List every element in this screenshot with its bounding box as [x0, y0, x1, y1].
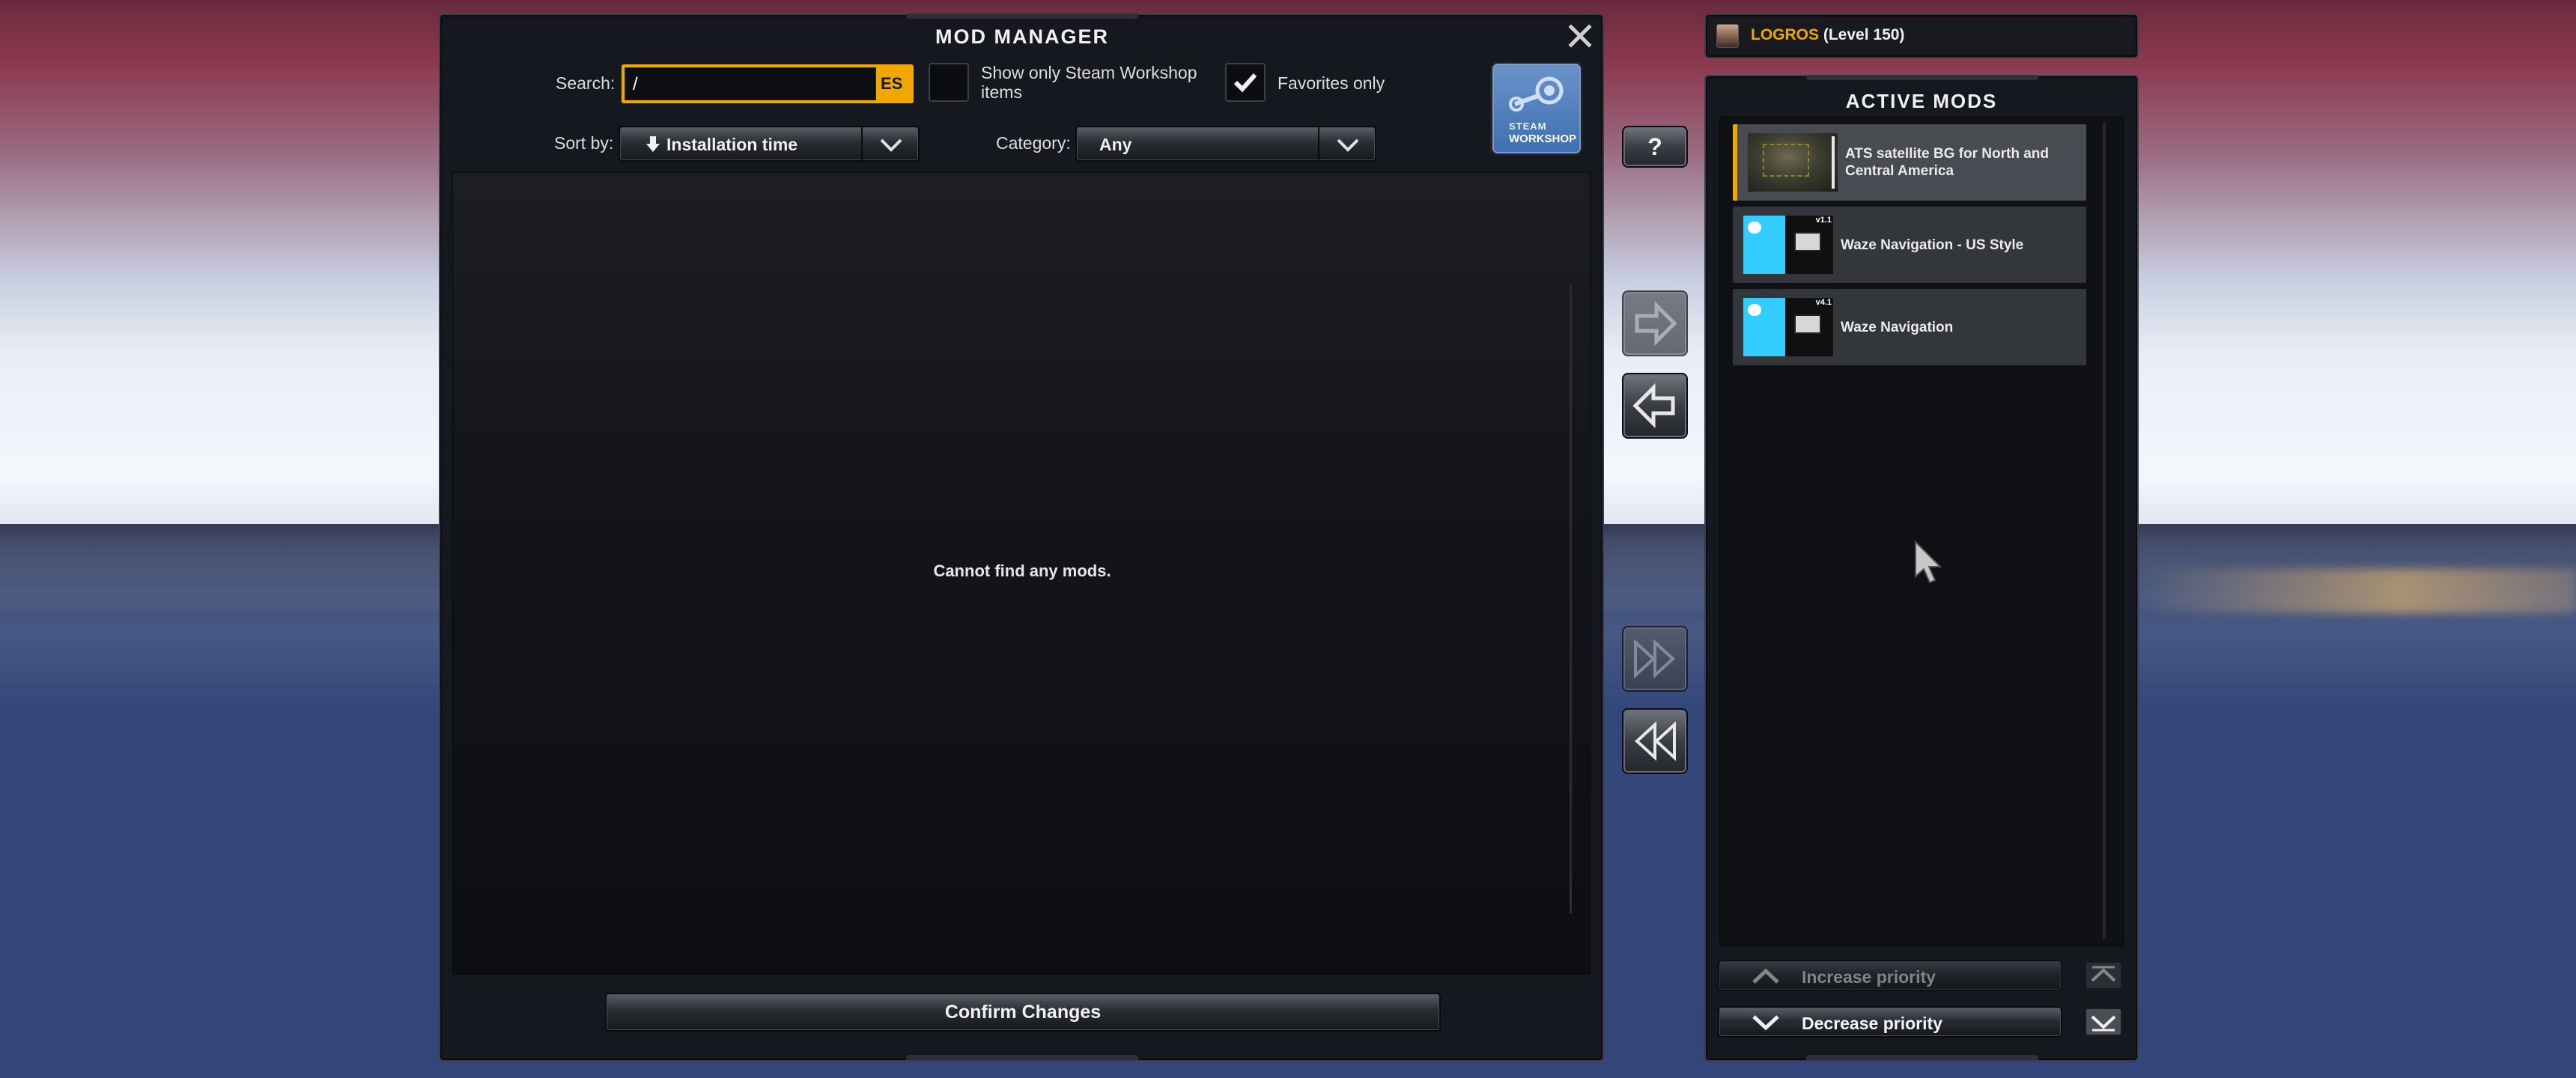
increase-priority-button[interactable]: Increase priority	[1718, 960, 2062, 991]
category-dropdown[interactable]: Any	[1075, 126, 1376, 162]
list-item[interactable]: v1.1 Waze Navigation - US Style	[1733, 207, 2086, 283]
favorites-label: Favorites only	[1278, 73, 1385, 93]
chevron-up-icon	[1752, 968, 1779, 984]
workshop-only-label: Show only Steam Workshop items	[981, 63, 1197, 102]
mod-thumbnail: v1.1	[1743, 216, 1833, 274]
steam-logo-icon	[1509, 76, 1564, 112]
list-item[interactable]: ATS satellite BG for North and Central A…	[1733, 124, 2086, 201]
mod-manager-title: MOD MANAGER	[935, 25, 1109, 48]
search-language-badge[interactable]: ES	[881, 74, 902, 94]
mouse-cursor-icon	[1914, 540, 1944, 585]
list-item[interactable]: v4.1 Waze Navigation	[1733, 289, 2086, 365]
arrow-left-icon	[1632, 383, 1675, 429]
active-mods-title: ACTIVE MODS	[1845, 90, 1998, 112]
avatar[interactable]	[1716, 24, 1739, 48]
category-label: Category:	[996, 133, 1071, 153]
panel-top-tab	[906, 13, 1138, 19]
chevron-down-icon	[1337, 138, 1359, 152]
activate-all-button[interactable]	[1622, 626, 1688, 692]
workshop-only-checkbox[interactable]	[929, 63, 969, 102]
activate-mod-button[interactable]	[1622, 290, 1688, 356]
increase-priority-label: Increase priority	[1802, 967, 1936, 987]
category-value: Any	[1099, 135, 1132, 154]
steam-workshop-button[interactable]: STEAM WORKSHOP	[1490, 61, 1583, 156]
close-icon[interactable]	[1567, 22, 1594, 49]
search-input[interactable]: / ES	[622, 64, 914, 103]
search-label: Search:	[556, 73, 616, 93]
mod-name: Waze Navigation - US Style	[1841, 237, 2024, 253]
profile-level: (Level 150)	[1823, 26, 1905, 43]
sort-down-arrow-icon	[646, 136, 660, 152]
sort-dropdown[interactable]: Installation time	[619, 126, 920, 162]
sort-value: Installation time	[666, 135, 798, 154]
background-glow	[2142, 569, 2576, 614]
active-panel-top-tab	[1806, 75, 2038, 80]
mod-version-badge: v1.1	[1815, 216, 1832, 225]
mod-name: ATS satellite BG for North and Central A…	[1845, 146, 2050, 179]
mod-thumbnail: v4.1	[1743, 298, 1833, 356]
arrow-right-icon	[1635, 300, 1677, 347]
help-button[interactable]: ?	[1622, 126, 1688, 168]
workshop-logo-line1: STEAM	[1509, 121, 1547, 132]
move-to-bottom-button[interactable]	[2085, 1008, 2122, 1036]
move-to-top-button[interactable]	[2085, 961, 2122, 990]
help-icon: ?	[1647, 133, 1662, 160]
workshop-logo-line2: WORKSHOP	[1509, 133, 1576, 145]
empty-list-message: Cannot find any mods.	[933, 561, 1111, 580]
search-value: /	[633, 74, 638, 94]
double-arrow-left-icon	[1635, 721, 1676, 761]
active-panel-bottom-tab	[1806, 1055, 2038, 1060]
profile-name[interactable]: LOGROS (Level 150)	[1751, 26, 1904, 44]
sort-label: Sort by:	[554, 133, 614, 153]
chevron-down-icon	[880, 138, 902, 152]
sort-dropdown-divider	[861, 127, 863, 160]
confirm-changes-button[interactable]: Confirm Changes	[605, 993, 1441, 1032]
move-to-bottom-icon	[2091, 1015, 2116, 1032]
mod-thumbnail	[1748, 133, 1838, 192]
deactivate-mod-button[interactable]	[1622, 373, 1688, 439]
profile-username: LOGROS	[1751, 26, 1820, 43]
decrease-priority-label: Decrease priority	[1802, 1014, 1942, 1033]
checkmark-icon	[1233, 73, 1257, 93]
panel-bottom-tab	[906, 1055, 1138, 1060]
category-dropdown-divider	[1318, 127, 1319, 160]
decrease-priority-button[interactable]: Decrease priority	[1718, 1006, 2062, 1038]
active-mods-scrollbar[interactable]	[2103, 123, 2106, 939]
favorites-checkbox[interactable]	[1225, 63, 1266, 102]
mod-name: Waze Navigation	[1841, 319, 1954, 335]
move-to-top-icon	[2091, 966, 2116, 982]
double-arrow-right-icon	[1634, 639, 1675, 679]
available-mods-scrollbar[interactable]	[1570, 284, 1572, 913]
confirm-changes-label: Confirm Changes	[944, 1002, 1102, 1023]
mod-version-badge: v4.1	[1815, 298, 1832, 307]
deactivate-all-button[interactable]	[1622, 708, 1688, 774]
search-field-inner[interactable]: /	[625, 67, 876, 100]
chevron-down-icon	[1752, 1015, 1779, 1031]
